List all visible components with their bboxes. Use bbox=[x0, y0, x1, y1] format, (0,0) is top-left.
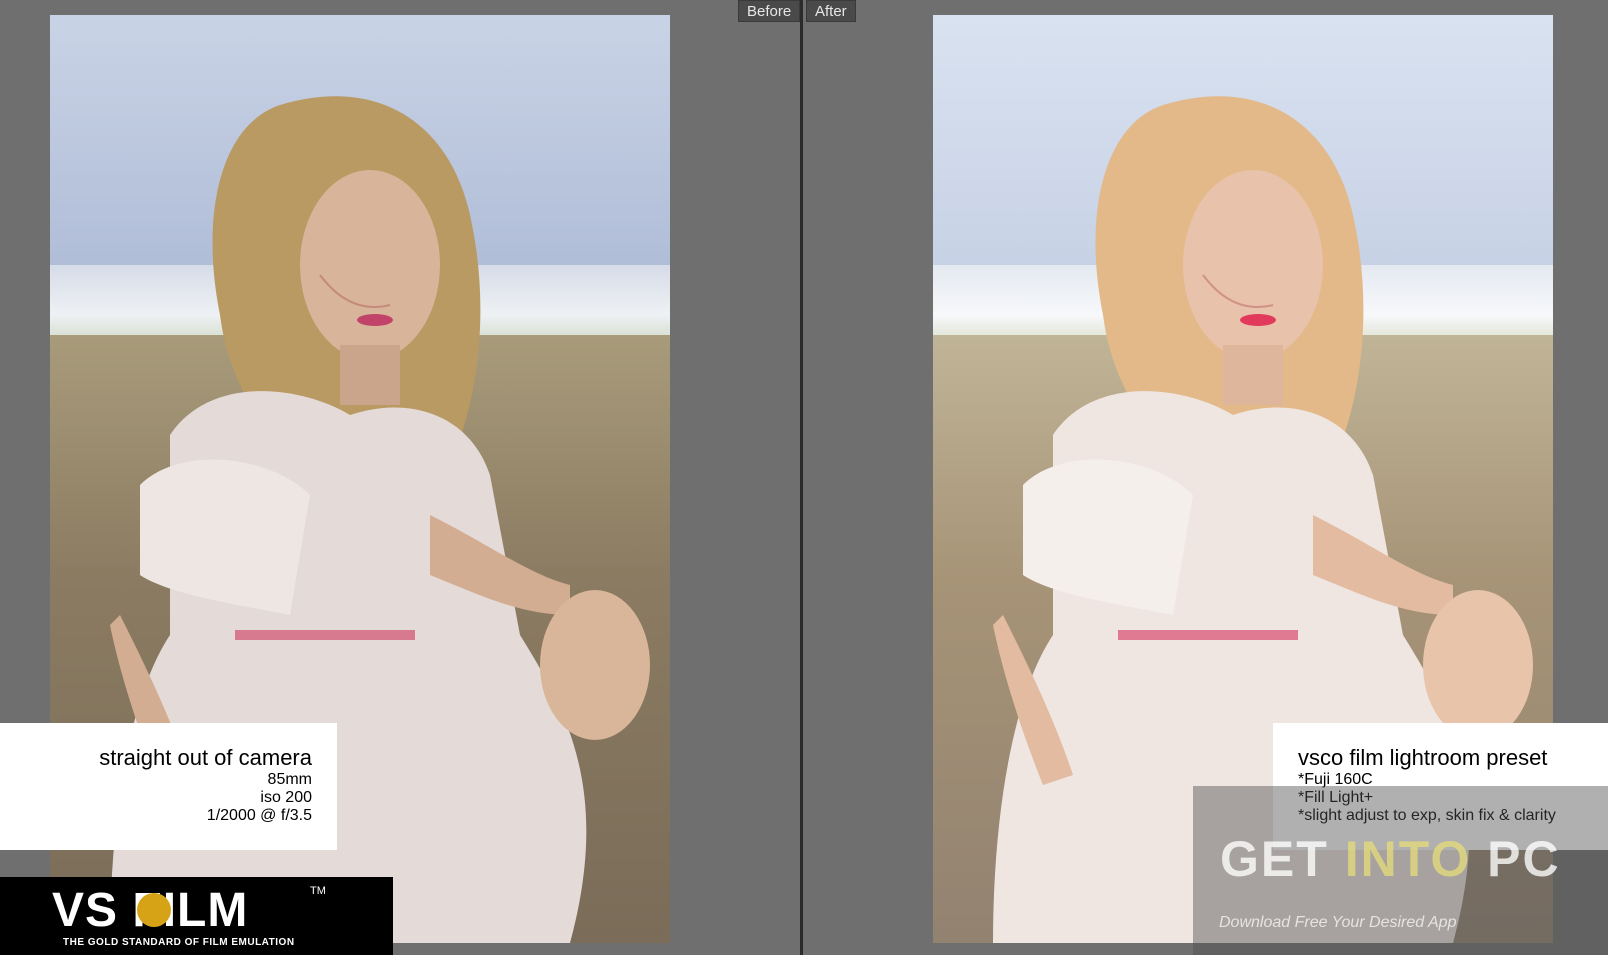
before-caption-title: straight out of camera bbox=[99, 745, 312, 770]
logo-ring-icon bbox=[137, 893, 171, 927]
watermark-title-a: GET bbox=[1220, 831, 1345, 887]
logo-trademark: TM bbox=[310, 885, 326, 897]
watermark-subtitle: Download Free Your Desired App bbox=[1219, 914, 1457, 931]
after-tab-label: After bbox=[806, 0, 856, 22]
before-caption-exposure: 1/2000 @ f/3.5 bbox=[206, 807, 312, 824]
before-caption: straight out of camera 85mm iso 200 1/20… bbox=[0, 723, 337, 850]
watermark-title: GET INTO PC bbox=[1220, 830, 1561, 888]
watermark-title-c: PC bbox=[1471, 831, 1561, 887]
vsco-film-logo: VS FILM TM THE GOLD STANDARD OF FILM EMU… bbox=[0, 877, 393, 955]
before-tab-label: Before bbox=[738, 0, 801, 22]
logo-tagline: THE GOLD STANDARD OF FILM EMULATION bbox=[63, 937, 295, 948]
watermark-title-b: INTO bbox=[1344, 831, 1472, 887]
before-caption-lens: 85mm bbox=[267, 771, 312, 788]
after-caption-title: vsco film lightroom preset bbox=[1298, 745, 1548, 770]
before-caption-iso: iso 200 bbox=[260, 789, 312, 806]
